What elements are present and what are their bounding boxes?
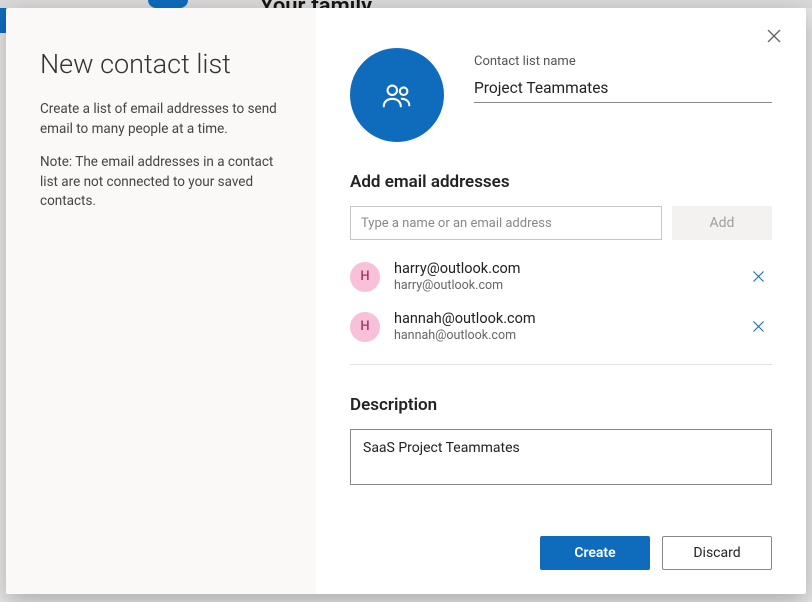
dialog-heading: New contact list: [40, 48, 286, 80]
add-email-input[interactable]: [350, 206, 662, 240]
contact-list-name-label: Contact list name: [474, 54, 772, 69]
email-member-row: H hannah@outlook.com hannah@outlook.com: [350, 302, 772, 352]
description-input[interactable]: [350, 429, 772, 485]
discard-button[interactable]: Discard: [662, 536, 772, 570]
member-email-primary: hannah@outlook.com: [394, 310, 744, 328]
dialog-intro: Create a list of email addresses to send…: [40, 100, 286, 139]
member-avatar: H: [350, 312, 380, 342]
member-email-secondary: hannah@outlook.com: [394, 328, 744, 344]
add-emails-heading: Add email addresses: [350, 172, 772, 192]
email-member-list: H harry@outlook.com harry@outlook.com H …: [350, 252, 772, 352]
dialog-note: Note: The email addresses in a contact l…: [40, 153, 286, 212]
description-heading: Description: [350, 395, 772, 415]
form-pane: Contact list name Add email addresses Ad…: [316, 8, 806, 594]
dialog-footer: Create Discard: [350, 512, 772, 570]
backdrop-strip: [0, 0, 812, 8]
backdrop-avatar-fragment: [148, 0, 188, 8]
remove-icon: [753, 321, 764, 332]
add-email-button[interactable]: Add: [672, 206, 772, 240]
people-icon: [380, 78, 414, 112]
member-avatar: H: [350, 262, 380, 292]
email-member-row: H harry@outlook.com harry@outlook.com: [350, 252, 772, 302]
create-button[interactable]: Create: [540, 536, 650, 570]
close-icon: [767, 29, 781, 43]
remove-member-button[interactable]: [744, 263, 772, 291]
close-button[interactable]: [760, 22, 788, 50]
remove-icon: [753, 271, 764, 282]
member-email-secondary: harry@outlook.com: [394, 278, 744, 294]
new-contact-list-dialog: New contact list Create a list of email …: [6, 8, 806, 594]
member-email-primary: harry@outlook.com: [394, 260, 744, 278]
contact-list-name-input[interactable]: [474, 75, 772, 103]
info-pane: New contact list Create a list of email …: [6, 8, 316, 594]
contact-list-avatar: [350, 48, 444, 142]
remove-member-button[interactable]: [744, 313, 772, 341]
section-divider: [350, 364, 772, 365]
